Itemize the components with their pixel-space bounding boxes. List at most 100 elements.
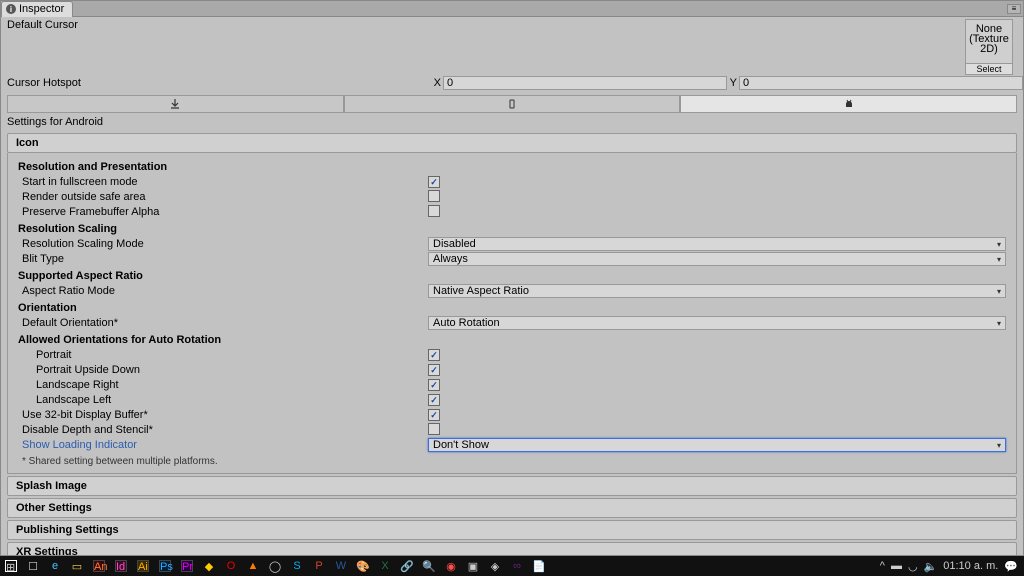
hotspot-x-label: X <box>431 77 443 89</box>
taskbar-app-indesign[interactable]: Id <box>110 556 132 576</box>
taskbar-app-edge[interactable]: e <box>44 556 66 576</box>
start-fullscreen-checkbox[interactable]: ✓ <box>428 176 440 188</box>
section-splash-image[interactable]: Splash Image <box>7 476 1017 496</box>
default-orientation-label: Default Orientation* <box>18 317 428 329</box>
scaling-mode-label: Resolution Scaling Mode <box>18 238 428 250</box>
portrait-ud-checkbox[interactable]: ✓ <box>428 364 440 376</box>
aspect-mode-label: Aspect Ratio Mode <box>18 285 428 297</box>
blit-type-label: Blit Type <box>18 253 428 265</box>
tab-title: Inspector <box>19 3 64 15</box>
resolution-presentation-body: Resolution and Presentation Start in ful… <box>7 153 1017 474</box>
clock[interactable]: 01:10 a. m. <box>943 560 998 572</box>
cursor-texture-thumbnail[interactable]: None(Texture2D) Select <box>965 19 1013 75</box>
render-safe-label: Render outside safe area <box>18 191 428 203</box>
allowed-orientations-header: Allowed Orientations for Auto Rotation <box>18 334 1006 346</box>
battery-icon[interactable]: ▬ <box>891 560 902 572</box>
section-publishing-settings[interactable]: Publishing Settings <box>7 520 1017 540</box>
shared-setting-footnote: * Shared setting between multiple platfo… <box>22 456 1006 467</box>
disable-depth-checkbox[interactable] <box>428 423 440 435</box>
cursor-hotspot-label: Cursor Hotspot <box>7 77 431 89</box>
taskbar: ⊞ ☐ e ▭ An Id Ai Ps Pr ◆ O ▲ ◯ S P W 🎨 X… <box>0 556 1024 576</box>
taskbar-app-paint[interactable]: 🎨 <box>352 556 374 576</box>
platform-tab-ios[interactable] <box>344 95 681 113</box>
chevron-down-icon: ▾ <box>997 319 1001 328</box>
start-fullscreen-label: Start in fullscreen mode <box>18 176 428 188</box>
use32-label: Use 32-bit Display Buffer* <box>18 409 428 421</box>
tab-bar: i Inspector ≡ <box>1 1 1023 17</box>
landscape-right-checkbox[interactable]: ✓ <box>428 379 440 391</box>
taskbar-app-powerpoint[interactable]: P <box>308 556 330 576</box>
scaling-mode-dropdown[interactable]: Disabled▾ <box>428 237 1006 251</box>
taskbar-app-opera[interactable]: O <box>220 556 242 576</box>
info-icon: i <box>6 4 16 14</box>
use32-checkbox[interactable]: ✓ <box>428 409 440 421</box>
notifications-icon[interactable]: 💬 <box>1004 560 1018 573</box>
taskbar-app-skype[interactable]: S <box>286 556 308 576</box>
platform-tab-standalone[interactable] <box>7 95 344 113</box>
settings-for-label: Settings for Android <box>1 113 1023 131</box>
window-buttons: ≡ <box>1007 4 1023 14</box>
portrait-label: Portrait <box>18 349 428 361</box>
hotspot-x-input[interactable] <box>443 76 727 90</box>
portrait-ud-label: Portrait Upside Down <box>18 364 428 376</box>
download-icon <box>170 99 180 109</box>
portrait-checkbox[interactable]: ✓ <box>428 349 440 361</box>
system-tray: ^ ▬ ◡ 🔈 01:10 a. m. 💬 <box>880 560 1024 573</box>
taskbar-app-premiere[interactable]: Pr <box>176 556 198 576</box>
render-safe-checkbox[interactable] <box>428 190 440 202</box>
tray-overflow-icon[interactable]: ^ <box>880 560 885 572</box>
phone-icon <box>507 99 517 109</box>
preserve-alpha-label: Preserve Framebuffer Alpha <box>18 206 428 218</box>
landscape-left-label: Landscape Left <box>18 394 428 406</box>
tab-inspector[interactable]: i Inspector <box>1 1 73 17</box>
chevron-down-icon: ▾ <box>997 255 1001 264</box>
orientation-header: Orientation <box>18 302 1006 314</box>
default-orientation-dropdown[interactable]: Auto Rotation▾ <box>428 316 1006 330</box>
chevron-down-icon: ▾ <box>997 240 1001 249</box>
section-icon[interactable]: Icon <box>7 133 1017 153</box>
aspect-mode-dropdown[interactable]: Native Aspect Ratio▾ <box>428 284 1006 298</box>
taskbar-app-search[interactable]: 🔍 <box>418 556 440 576</box>
taskbar-app-vlc[interactable]: ▲ <box>242 556 264 576</box>
taskbar-app-vs[interactable]: ∞ <box>506 556 528 576</box>
thumb-text: None(Texture2D) <box>966 24 1012 54</box>
preserve-alpha-checkbox[interactable] <box>428 205 440 217</box>
taskbar-app-unity[interactable]: ◈ <box>484 556 506 576</box>
taskbar-app-word[interactable]: W <box>330 556 352 576</box>
chevron-down-icon: ▾ <box>997 287 1001 296</box>
platform-tabs <box>7 95 1017 113</box>
android-icon <box>844 99 854 109</box>
loading-indicator-dropdown[interactable]: Don't Show▾ <box>428 438 1006 452</box>
hotspot-y-input[interactable] <box>739 76 1023 90</box>
disable-depth-label: Disable Depth and Stencil* <box>18 424 428 436</box>
blit-type-dropdown[interactable]: Always▾ <box>428 252 1006 266</box>
task-view-button[interactable]: ☐ <box>22 556 44 576</box>
default-cursor-area: Default Cursor None(Texture2D) Select <box>1 17 1023 75</box>
select-texture-button[interactable]: Select <box>966 63 1012 74</box>
volume-icon[interactable]: 🔈 <box>924 560 938 573</box>
aspect-ratio-header: Supported Aspect Ratio <box>18 270 1006 282</box>
taskbar-app-illustrator[interactable]: Ai <box>132 556 154 576</box>
section-xr-settings[interactable]: XR Settings <box>7 542 1017 555</box>
chevron-down-icon: ▾ <box>997 441 1001 450</box>
taskbar-app-photoshop[interactable]: Ps <box>154 556 176 576</box>
taskbar-app-animate[interactable]: An <box>88 556 110 576</box>
start-button[interactable]: ⊞ <box>0 556 22 576</box>
window-menu-icon[interactable]: ≡ <box>1007 4 1021 14</box>
taskbar-app-badge[interactable]: ◉ <box>440 556 462 576</box>
taskbar-app-explorer[interactable]: ▭ <box>66 556 88 576</box>
taskbar-app-excel[interactable]: X <box>374 556 396 576</box>
landscape-left-checkbox[interactable]: ✓ <box>428 394 440 406</box>
loading-indicator-label[interactable]: Show Loading Indicator <box>18 439 428 451</box>
taskbar-app-link[interactable]: 🔗 <box>396 556 418 576</box>
resolution-presentation-header: Resolution and Presentation <box>18 161 1006 173</box>
wifi-icon[interactable]: ◡ <box>908 560 918 573</box>
section-other-settings[interactable]: Other Settings <box>7 498 1017 518</box>
taskbar-app-chrome[interactable]: ◯ <box>264 556 286 576</box>
taskbar-app-game[interactable]: ◆ <box>198 556 220 576</box>
resolution-scaling-header: Resolution Scaling <box>18 223 1006 235</box>
taskbar-app-notepad[interactable]: 📄 <box>528 556 550 576</box>
taskbar-app-epic[interactable]: ▣ <box>462 556 484 576</box>
platform-tab-android[interactable] <box>680 95 1017 113</box>
hotspot-y-label: Y <box>727 77 739 89</box>
